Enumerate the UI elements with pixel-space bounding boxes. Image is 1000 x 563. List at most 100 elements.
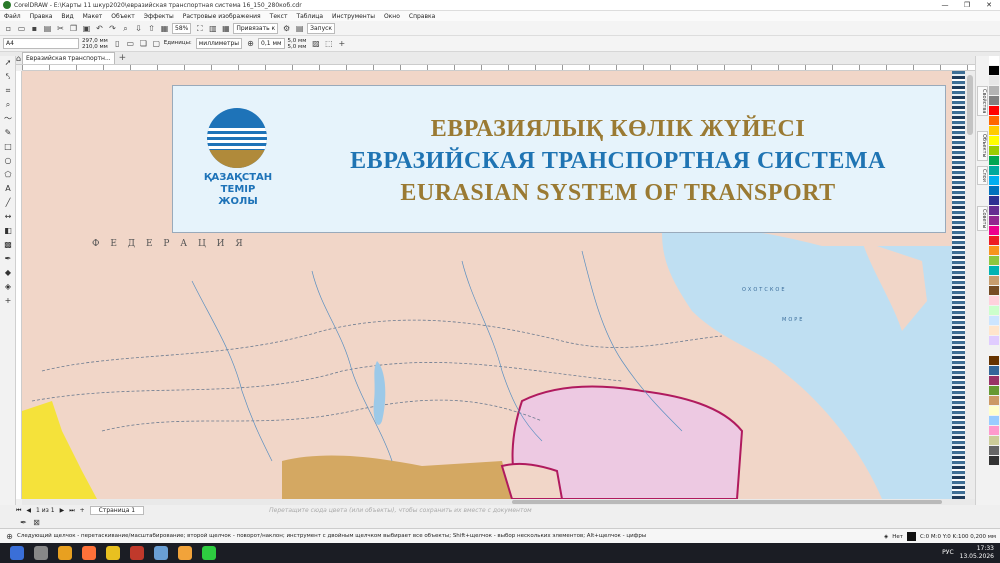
duplicate-y-field[interactable]: 5,0 мм [288, 44, 307, 50]
color-swatch-18[interactable] [989, 236, 999, 245]
fill-icon[interactable]: ◈ [884, 534, 888, 540]
crop-tool-icon[interactable]: ⌗ [0, 84, 16, 98]
fullscreen-icon[interactable]: ⛶ [194, 23, 205, 34]
color-swatch-2[interactable] [989, 76, 999, 85]
add-icon[interactable]: + [336, 38, 347, 49]
color-swatch-26[interactable] [989, 316, 999, 325]
treat-as-filled-icon[interactable]: ▨ [310, 38, 321, 49]
color-swatch-25[interactable] [989, 306, 999, 315]
menu-bitmaps[interactable]: Растровые изображения [183, 13, 261, 20]
nudge-distance-field[interactable]: 0,1 мм [258, 38, 285, 49]
color-swatch-16[interactable] [989, 216, 999, 225]
docker-tab-layers[interactable]: Слои [977, 166, 988, 185]
import-icon[interactable]: ⇩ [133, 23, 144, 34]
smart-fill-icon[interactable]: ◈ [0, 280, 16, 294]
next-page-icon[interactable]: ▶ [60, 507, 65, 514]
units-select[interactable]: миллиметры [195, 38, 243, 49]
page-height-field[interactable]: 210,0 мм [82, 44, 108, 50]
color-swatch-7[interactable] [989, 126, 999, 135]
color-swatch-40[interactable] [989, 456, 999, 465]
menu-text[interactable]: Текст [270, 13, 288, 20]
color-swatch-20[interactable] [989, 256, 999, 265]
shape-tool-icon[interactable]: ⤣ [0, 70, 16, 84]
color-swatch-35[interactable] [989, 406, 999, 415]
color-swatch-4[interactable] [989, 96, 999, 105]
coreldraw-taskbar-icon[interactable] [178, 546, 192, 560]
outline-swatch[interactable] [906, 532, 916, 541]
current-page-icon[interactable]: ▢ [151, 38, 162, 49]
corel-photopaint-icon[interactable] [202, 546, 216, 560]
page-frame-icon[interactable]: ⬚ [323, 38, 334, 49]
color-swatch-0[interactable] [989, 56, 999, 65]
transparency-tool-icon[interactable]: ▩ [0, 238, 16, 252]
color-swatch-17[interactable] [989, 226, 999, 235]
first-page-icon[interactable]: ⏮ [16, 507, 21, 515]
color-swatch-38[interactable] [989, 436, 999, 445]
color-swatch-39[interactable] [989, 446, 999, 455]
launch-icon[interactable]: ▤ [294, 23, 305, 34]
menu-effects[interactable]: Эффекты [144, 13, 174, 20]
color-swatch-36[interactable] [989, 416, 999, 425]
page-size-select[interactable]: A4 [3, 38, 79, 49]
freehand-tool-icon[interactable]: 〜 [0, 112, 16, 126]
color-swatch-6[interactable] [989, 116, 999, 125]
color-swatch-31[interactable] [989, 366, 999, 375]
color-swatch-10[interactable] [989, 156, 999, 165]
text-tool-icon[interactable]: A [0, 182, 16, 196]
no-color-swatch-icon[interactable]: ⊠ [31, 517, 42, 528]
docker-tab-hints[interactable]: Советы [977, 206, 988, 232]
eyedropper-icon[interactable]: ✒ [18, 517, 29, 528]
color-swatch-30[interactable] [989, 356, 999, 365]
options-gear-icon[interactable]: ⚙ [281, 23, 292, 34]
menu-table[interactable]: Таблица [296, 13, 323, 20]
rectangle-tool-icon[interactable]: □ [0, 140, 16, 154]
color-swatch-15[interactable] [989, 206, 999, 215]
color-swatch-13[interactable] [989, 186, 999, 195]
color-swatch-21[interactable] [989, 266, 999, 275]
blend-tool-icon[interactable]: ◧ [0, 224, 16, 238]
zoom-tool-icon[interactable]: ⌕ [0, 98, 16, 112]
color-swatch-14[interactable] [989, 196, 999, 205]
new-tab-icon[interactable]: + [119, 53, 127, 63]
menu-layout[interactable]: Макет [83, 13, 103, 20]
artistic-media-icon[interactable]: ✎ [0, 126, 16, 140]
polygon-tool-icon[interactable]: ⬠ [0, 168, 16, 182]
vertical-scrollbar[interactable] [965, 71, 975, 499]
menu-file[interactable]: Файл [4, 13, 21, 20]
menu-object[interactable]: Объект [111, 13, 134, 20]
color-swatch-5[interactable] [989, 106, 999, 115]
color-swatch-29[interactable] [989, 346, 999, 355]
color-swatch-24[interactable] [989, 296, 999, 305]
add-tool-icon[interactable]: + [0, 294, 16, 308]
horizontal-scroll-thumb[interactable] [512, 500, 942, 504]
docker-tab-properties[interactable]: Свойства [977, 86, 988, 117]
grid-icon[interactable]: ▦ [220, 23, 231, 34]
snap-to-dropdown[interactable]: Привязать к [233, 22, 279, 34]
start-button-icon[interactable] [10, 546, 24, 560]
tab-document[interactable]: Евразийская транспортн... [22, 52, 115, 64]
color-swatch-22[interactable] [989, 276, 999, 285]
color-swatch-9[interactable] [989, 146, 999, 155]
eyedropper-tool-icon[interactable]: ✒ [0, 252, 16, 266]
dimension-tool-icon[interactable]: ↔ [0, 210, 16, 224]
menu-help[interactable]: Справка [409, 13, 435, 20]
cut-icon[interactable]: ✂ [55, 23, 66, 34]
color-swatch-19[interactable] [989, 246, 999, 255]
menu-view[interactable]: Вид [61, 13, 73, 20]
clock[interactable]: 17:33 13.05.2026 [960, 545, 994, 561]
search-icon[interactable]: ⌕ [120, 23, 131, 34]
vertical-scroll-thumb[interactable] [967, 75, 973, 135]
menu-edit[interactable]: Правка [30, 13, 53, 20]
export-icon[interactable]: ⇧ [146, 23, 157, 34]
color-swatch-33[interactable] [989, 386, 999, 395]
color-swatch-28[interactable] [989, 336, 999, 345]
docker-tab-objects[interactable]: Объекты [977, 131, 988, 161]
pick-tool-icon[interactable]: ➚ [0, 56, 16, 70]
undo-icon[interactable]: ↶ [94, 23, 105, 34]
copy-icon[interactable]: ❐ [68, 23, 79, 34]
color-swatch-37[interactable] [989, 426, 999, 435]
landscape-icon[interactable]: ▭ [125, 38, 136, 49]
page-tab[interactable]: Страница 1 [89, 506, 145, 515]
fill-tool-icon[interactable]: ◆ [0, 266, 16, 280]
connector-tool-icon[interactable]: ╱ [0, 196, 16, 210]
